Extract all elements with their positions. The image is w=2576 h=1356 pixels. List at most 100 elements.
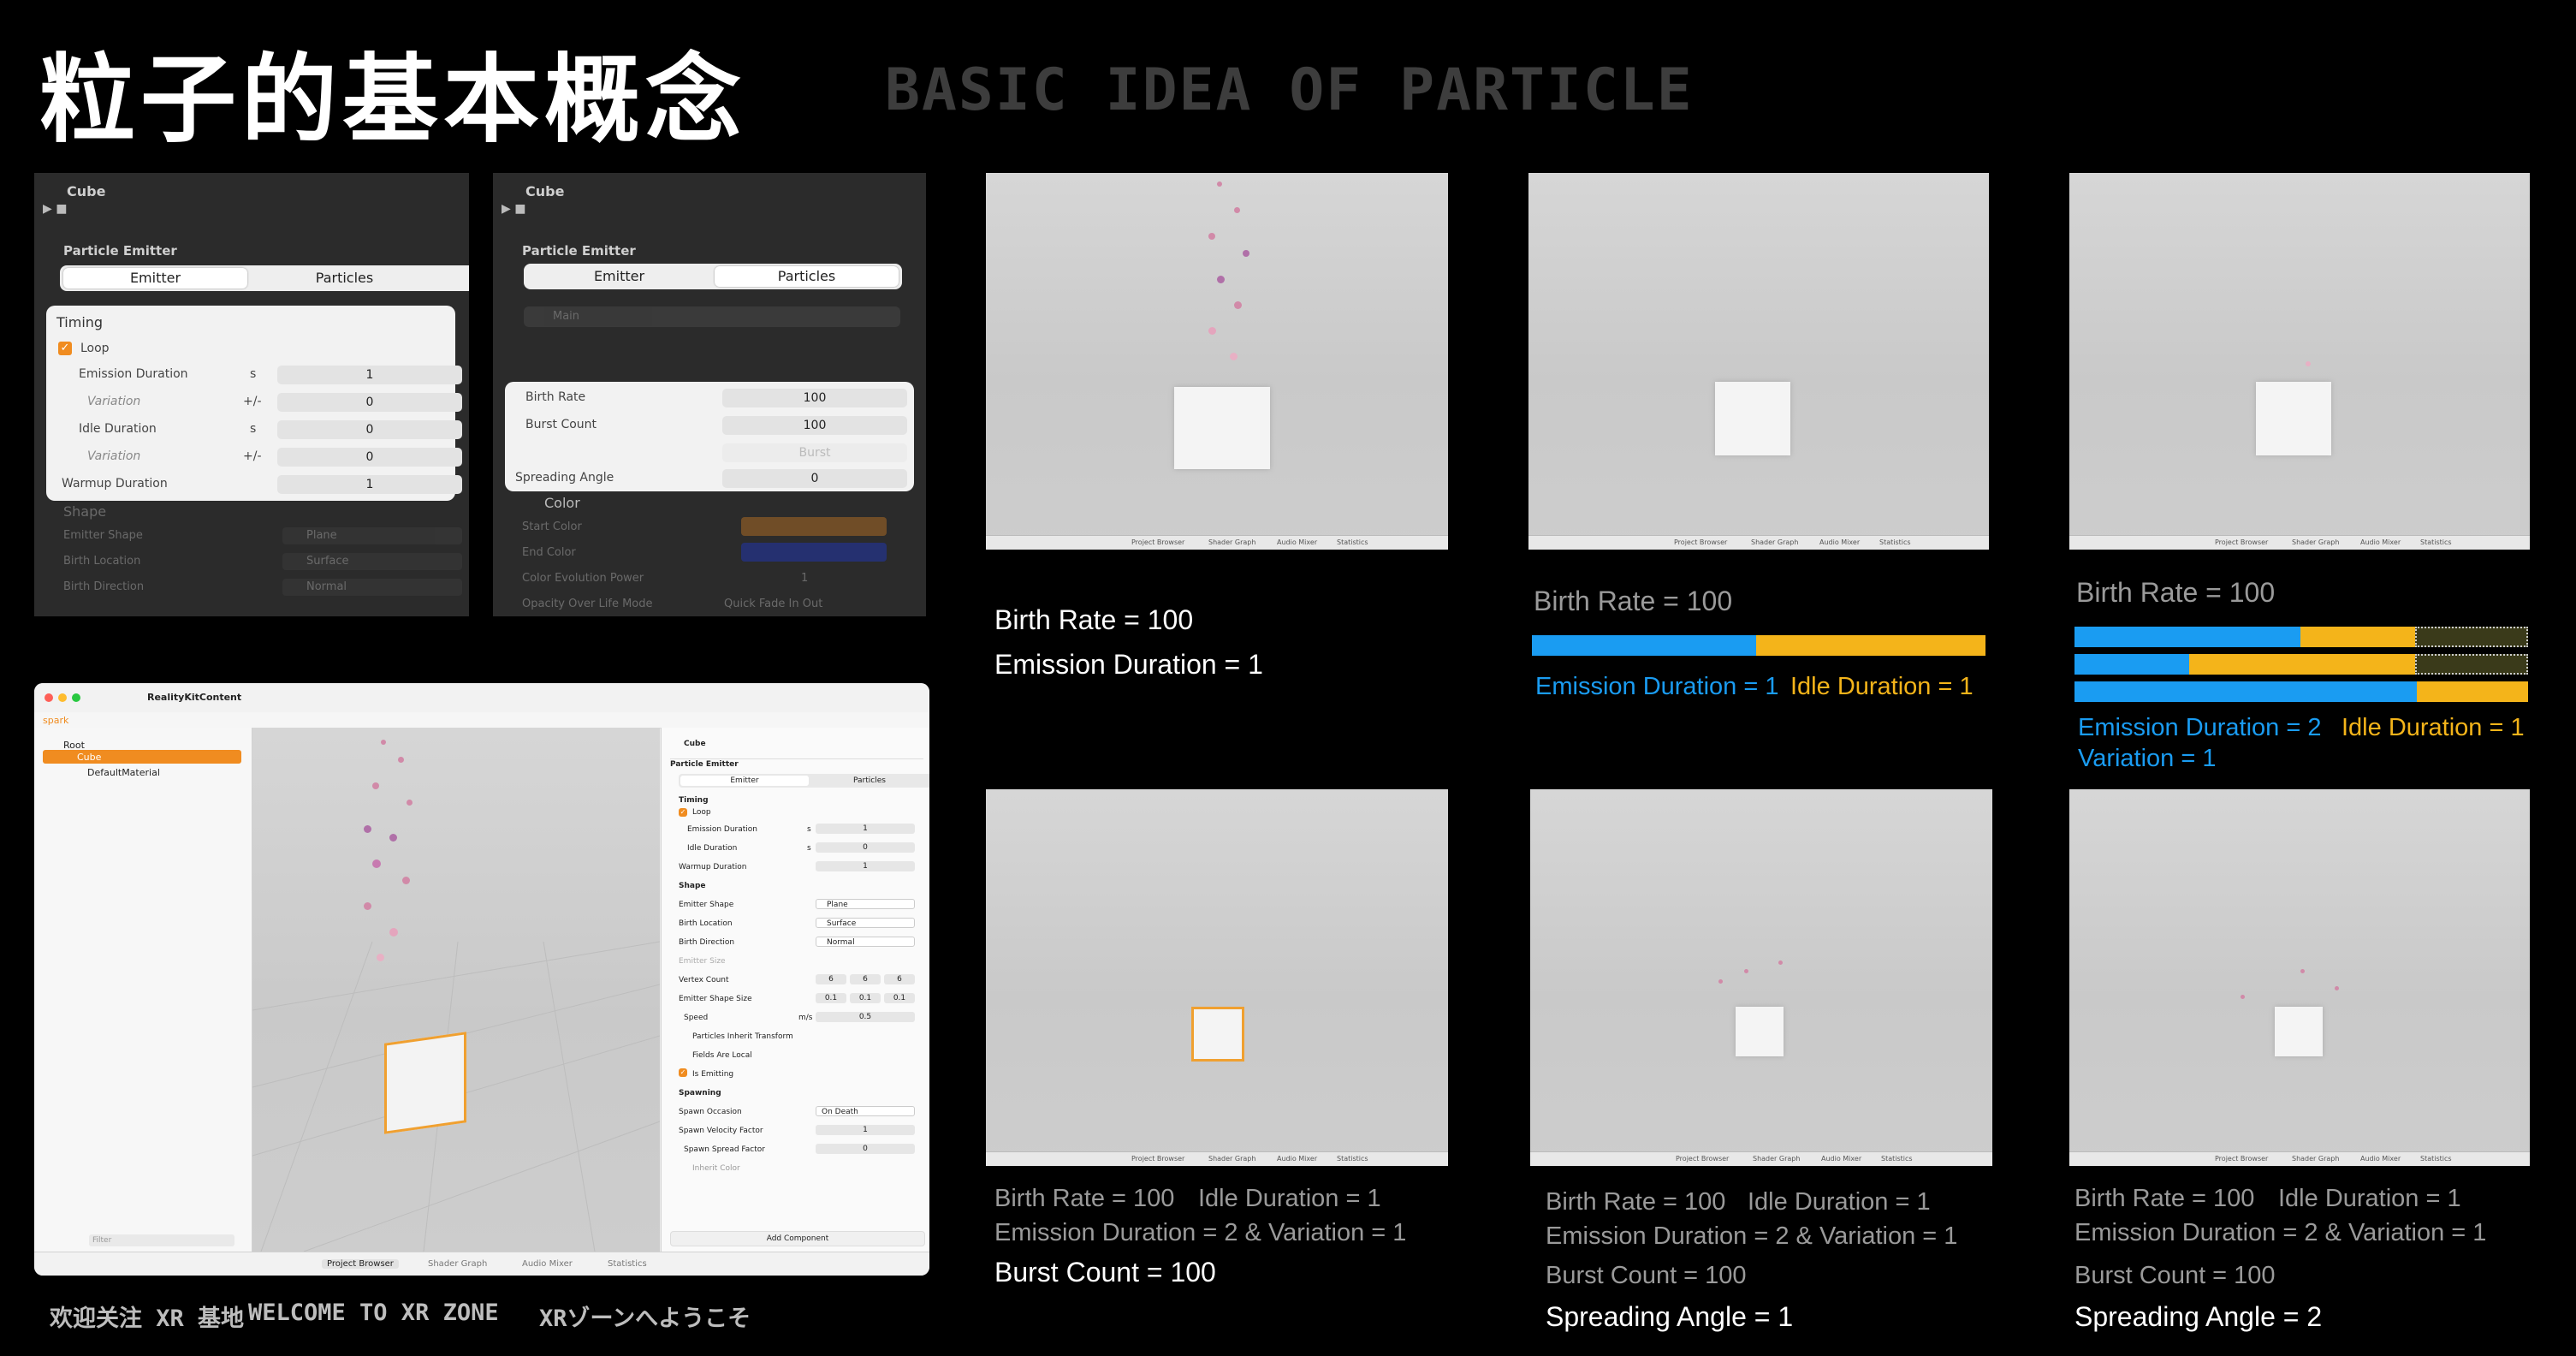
- particle: [1778, 960, 1783, 965]
- section-title: Particle Emitter: [522, 243, 636, 259]
- editor-warmup-field[interactable]: 1: [816, 861, 915, 871]
- caption-6-emission: Emission Duration = 2 & Variation = 1: [2074, 1219, 2487, 1246]
- editor-viewport[interactable]: [252, 728, 660, 1252]
- particle-cloud: [1183, 173, 1277, 378]
- viewport-grid: [252, 941, 660, 1252]
- shape-header[interactable]: Shape: [63, 503, 106, 520]
- cube-selected[interactable]: [384, 1032, 466, 1134]
- tree-item-cube-row[interactable]: Cube: [43, 750, 241, 764]
- breadcrumb-spark[interactable]: spark: [43, 715, 68, 726]
- idle-bar-1: [2300, 627, 2415, 647]
- editor-tab-particles[interactable]: Particles: [809, 776, 929, 786]
- breadcrumb: spark: [34, 712, 929, 729]
- warmup-field[interactable]: 1: [277, 475, 462, 494]
- particle: [1718, 979, 1723, 984]
- timing-header[interactable]: Timing: [56, 314, 103, 330]
- particle: [2241, 995, 2245, 999]
- play-icon[interactable]: ▶ ■: [502, 202, 525, 216]
- editor-birth-direction-select[interactable]: Normal: [816, 937, 915, 947]
- tree-item-material[interactable]: DefaultMaterial: [87, 767, 160, 778]
- burst-count-row: Burst Count 100: [520, 416, 907, 435]
- burst-count-field[interactable]: 100: [722, 416, 907, 435]
- burst-button[interactable]: Burst: [722, 443, 907, 462]
- emission-duration-row: Emission Duration s 1: [62, 366, 462, 384]
- emission-bar-2: [2074, 654, 2189, 675]
- editor-bottom-bar: Project Browser Shader Graph Audio Mixer…: [34, 1252, 929, 1276]
- idle-duration-field[interactable]: 0: [277, 420, 462, 439]
- viewport-toolbar: Project Browser Shader Graph Audio Mixer S…: [2069, 535, 2530, 550]
- filter-input[interactable]: Filter: [89, 1234, 234, 1246]
- close-window-button[interactable]: [45, 693, 53, 702]
- caption-2-emission: Emission Duration = 1: [1535, 673, 1779, 700]
- editor-spawn-occasion-select[interactable]: On Death: [816, 1106, 915, 1116]
- footer-jp: XRゾーンへようこそ: [539, 1305, 751, 1332]
- tab-statistics[interactable]: Statistics: [608, 1259, 647, 1269]
- particles-card: Birth Rate 100 Burst Count 100 Burst Spr…: [505, 382, 914, 491]
- cube: [1715, 382, 1790, 455]
- caption-5-idle: Idle Duration = 1: [1748, 1188, 1931, 1216]
- viewport-4: Project Browser Shader Graph Audio Mixer S…: [986, 789, 1448, 1166]
- tab-particles[interactable]: Particles: [715, 266, 899, 287]
- emitter-shape-select[interactable]: Plane: [282, 527, 462, 544]
- caption-2-top: Birth Rate = 100: [1534, 586, 1733, 616]
- footer-cn: 欢迎关注 XR 基地: [50, 1305, 245, 1332]
- caption-5-birth: Birth Rate = 100: [1546, 1188, 1726, 1216]
- viewport-3: Project Browser Shader Graph Audio Mixer S…: [2069, 173, 2530, 550]
- viewport-1: Project Browser Shader Graph Audio Mixer S…: [986, 173, 1448, 550]
- spreading-angle-field[interactable]: 0: [722, 469, 907, 488]
- color-header[interactable]: Color: [544, 495, 580, 511]
- play-icon[interactable]: ▶ ■: [43, 202, 67, 216]
- viewport-6: Project Browser Shader Graph Audio Mixer S…: [2069, 789, 2530, 1166]
- inspector-particles-panel: Cube ▶ ■ Particle Emitter Emitter Partic…: [493, 173, 926, 616]
- tab-switch: Emitter Particles: [60, 265, 469, 291]
- timing-card: Timing ✓ Loop Emission Duration s 1 Vari…: [46, 306, 462, 501]
- birth-direction-select[interactable]: Normal: [282, 579, 462, 596]
- variation-bar-2: [2415, 654, 2528, 675]
- particle-cloud: [338, 731, 424, 979]
- viewport-2: Project Browser Shader Graph Audio Mixer S…: [1528, 173, 1989, 550]
- idle-bar-3: [2417, 681, 2528, 702]
- viewport-toolbar: Project Browser Shader Graph Audio Mixer S…: [986, 535, 1448, 550]
- main-select[interactable]: Main: [524, 306, 900, 327]
- editor-inspector: Cube Particle Emitter Emitter Particles …: [661, 728, 929, 1252]
- tree-item-cube: Cube: [77, 752, 102, 763]
- minimize-window-button[interactable]: [58, 693, 67, 702]
- viewport-5: Project Browser Shader Graph Audio Mixer S…: [1530, 789, 1992, 1166]
- editor-idle-duration-field[interactable]: 0: [816, 842, 915, 853]
- particle: [2306, 361, 2311, 366]
- birth-location-select[interactable]: Surface: [282, 553, 462, 570]
- tab-emitter[interactable]: Emitter: [63, 268, 247, 288]
- editor-is-emitting-checkbox[interactable]: ✓: [679, 1068, 687, 1077]
- add-component-button[interactable]: Add Component: [670, 1231, 925, 1246]
- page-title: 粒子的基本概念: [39, 45, 746, 156]
- loop-label: Loop: [80, 342, 110, 355]
- cube: [2256, 382, 2331, 455]
- tab-particles[interactable]: Particles: [252, 268, 436, 288]
- tab-emitter[interactable]: Emitter: [527, 266, 711, 287]
- footer-en: WELCOME TO XR ZONE: [248, 1300, 499, 1326]
- variation-bar-1: [2415, 627, 2528, 647]
- tab-project-browser[interactable]: Project Browser: [322, 1259, 399, 1269]
- viewport-toolbar: Project Browser Shader Graph Audio Mixer S…: [2069, 1151, 2530, 1166]
- idle-variation-field[interactable]: 0: [277, 448, 462, 467]
- cube: [1736, 1007, 1784, 1056]
- viewport-toolbar: Project Browser Shader Graph Audio Mixer S…: [1528, 535, 1989, 550]
- editor-loop-checkbox[interactable]: ✓: [679, 808, 687, 817]
- tab-shader-graph[interactable]: Shader Graph: [428, 1259, 487, 1269]
- birth-rate-field[interactable]: 100: [722, 389, 907, 407]
- tab-audio-mixer[interactable]: Audio Mixer: [522, 1259, 573, 1269]
- editor-emitter-shape-select[interactable]: Plane: [816, 899, 915, 909]
- emission-duration-field[interactable]: 1: [277, 366, 462, 384]
- caption-3-idle: Idle Duration = 1: [2342, 714, 2525, 741]
- variation-field[interactable]: 0: [277, 393, 462, 412]
- loop-checkbox[interactable]: ✓: [58, 342, 72, 355]
- editor-birth-location-select[interactable]: Surface: [816, 918, 915, 928]
- end-color-swatch[interactable]: [741, 543, 887, 562]
- editor-emission-duration-field[interactable]: 1: [816, 824, 915, 834]
- caption-1-line-1: Birth Rate = 100: [994, 604, 1194, 635]
- start-color-swatch[interactable]: [741, 517, 887, 536]
- editor-tab-emitter[interactable]: Emitter: [680, 776, 809, 786]
- zoom-window-button[interactable]: [72, 693, 80, 702]
- editor-speed-field[interactable]: 0.5: [816, 1012, 915, 1022]
- caption-6-burst: Burst Count = 100: [2074, 1262, 2276, 1289]
